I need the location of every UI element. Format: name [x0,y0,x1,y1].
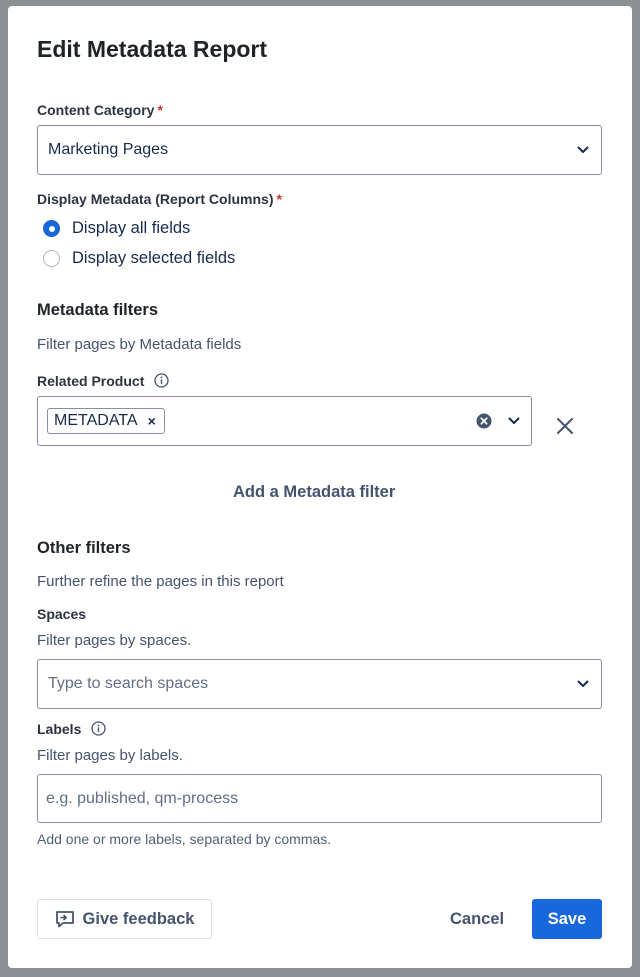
labels-description: Filter pages by labels. [37,747,183,764]
required-marker: * [276,191,282,207]
tag-label: METADATA [54,412,138,429]
give-feedback-button[interactable]: Give feedback [37,899,212,939]
clear-selection-icon[interactable] [476,413,492,429]
required-marker: * [157,102,163,118]
radio-selected-icon[interactable] [43,220,60,237]
add-metadata-filter-button[interactable]: Add a Metadata filter [233,483,395,502]
radio-display-selected-fields[interactable]: Display selected fields [43,249,235,268]
display-metadata-label-text: Display Metadata (Report Columns) [37,191,274,207]
edit-metadata-report-dialog: Edit Metadata Report Content Category * M… [8,6,632,968]
related-product-label-text: Related Product [37,373,145,389]
info-icon[interactable] [154,373,169,388]
radio-unselected-icon[interactable] [43,250,60,267]
related-product-label: Related Product [37,373,169,389]
labels-label-text: Labels [37,721,82,737]
content-category-select[interactable]: Marketing Pages [37,125,602,175]
radio-label: Display selected fields [72,249,236,267]
chevron-down-icon [575,676,591,692]
spaces-placeholder: Type to search spaces [48,675,209,692]
radio-display-all-fields[interactable]: Display all fields [43,219,190,238]
info-icon[interactable] [91,721,106,736]
display-metadata-label: Display Metadata (Report Columns) * [37,191,282,207]
content-category-value: Marketing Pages [48,141,169,158]
feedback-icon [55,910,75,928]
labels-placeholder: e.g. published, qm-process [46,789,239,807]
remove-tag-icon[interactable]: × [148,413,156,429]
related-product-multiselect[interactable]: METADATA × [37,396,532,446]
content-category-label: Content Category * [37,102,163,118]
other-filters-description: Further refine the pages in this report [37,573,284,590]
other-filters-heading: Other filters [37,539,131,557]
cancel-button[interactable]: Cancel [450,910,504,929]
give-feedback-label: Give feedback [82,909,195,928]
spaces-label: Spaces [37,606,87,622]
tag-metadata: METADATA × [47,408,165,434]
labels-hint: Add one or more labels, separated by com… [37,831,332,847]
spaces-search-select[interactable]: Type to search spaces [37,659,602,709]
save-label: Save [547,909,587,928]
chevron-down-icon[interactable] [506,413,522,429]
labels-input[interactable]: e.g. published, qm-process [37,774,602,823]
labels-label: Labels [37,721,106,737]
metadata-filters-description: Filter pages by Metadata fields [37,336,242,353]
spaces-description: Filter pages by spaces. [37,632,192,649]
save-button[interactable]: Save [532,899,602,939]
dialog-title: Edit Metadata Report [37,36,268,62]
content-category-label-text: Content Category [37,102,155,118]
remove-filter-close-icon[interactable] [556,417,574,435]
chevron-down-icon [575,142,591,158]
radio-label: Display all fields [72,219,191,237]
metadata-filters-heading: Metadata filters [37,301,159,319]
